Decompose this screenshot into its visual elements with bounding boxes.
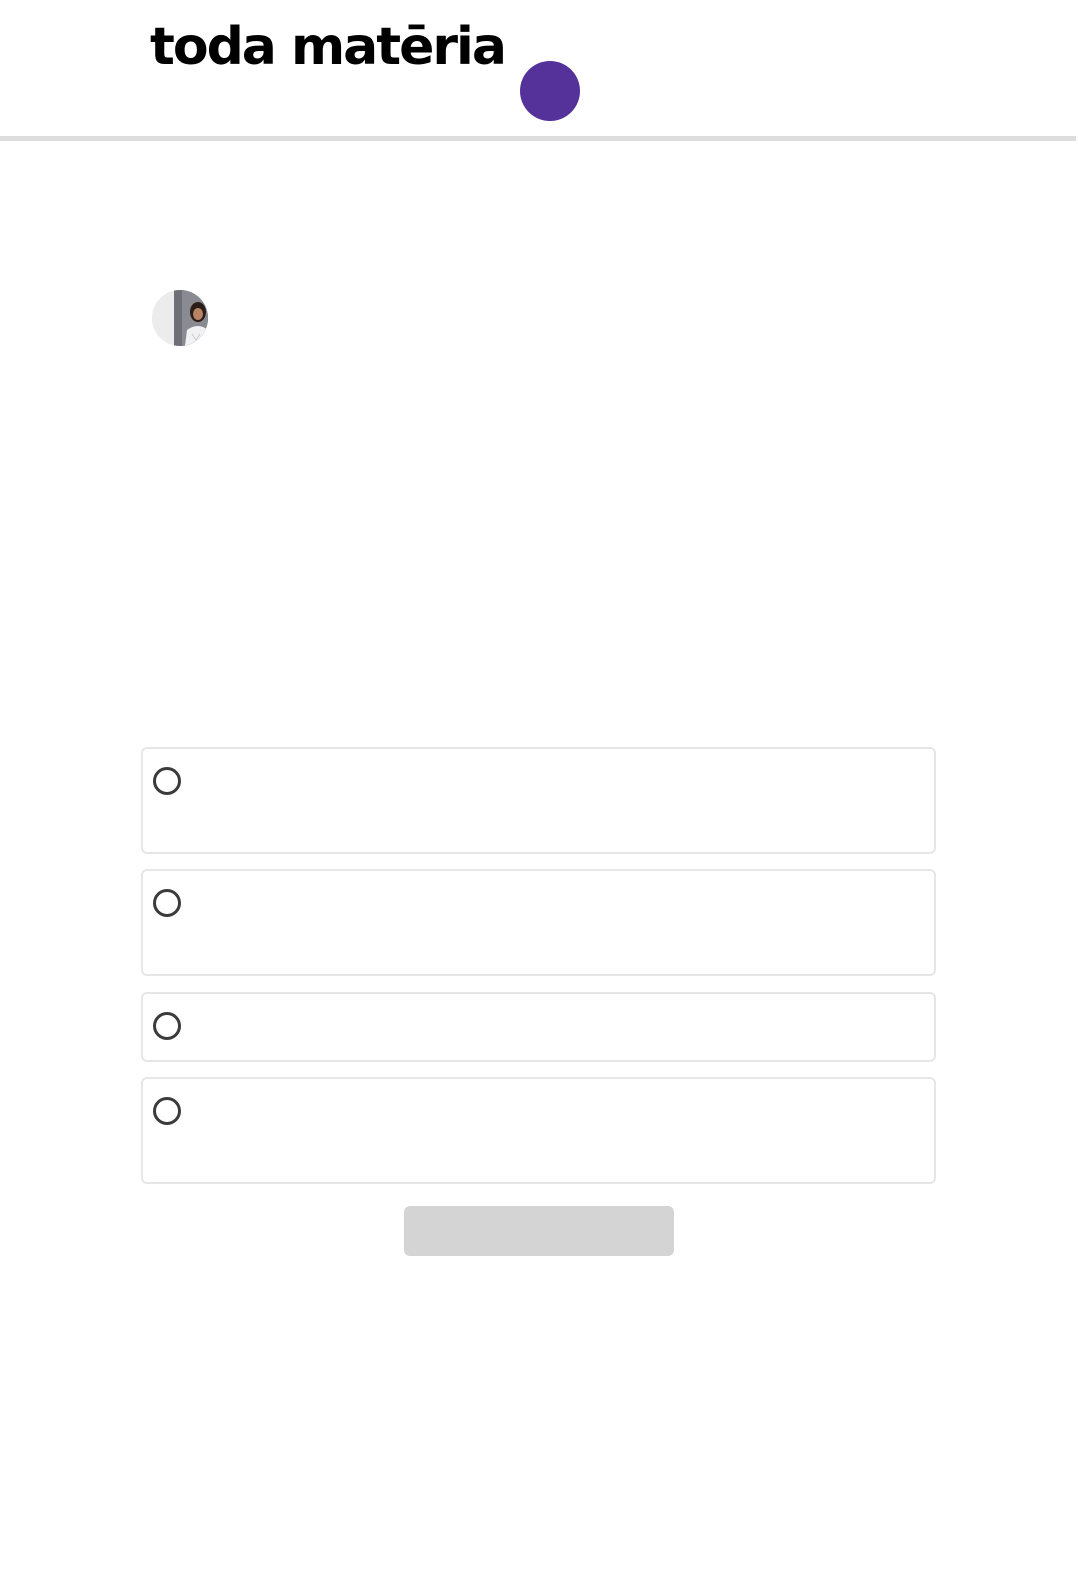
header-accent-dot: [520, 61, 580, 121]
radio-button[interactable]: [153, 1012, 181, 1040]
answer-option-2[interactable]: [141, 869, 936, 976]
submit-answer-button[interactable]: [404, 1206, 674, 1256]
header-divider: [0, 136, 1076, 141]
author-avatar: [152, 290, 208, 346]
radio-button[interactable]: [153, 1097, 181, 1125]
radio-button[interactable]: [153, 767, 181, 795]
answer-option-1[interactable]: [141, 747, 936, 854]
answer-option-4[interactable]: [141, 1077, 936, 1184]
answer-option-3[interactable]: [141, 992, 936, 1062]
author-photo: [152, 290, 208, 346]
radio-button[interactable]: [153, 889, 181, 917]
site-header: toda matēria: [0, 0, 1078, 136]
site-logo[interactable]: toda matēria: [150, 12, 507, 82]
